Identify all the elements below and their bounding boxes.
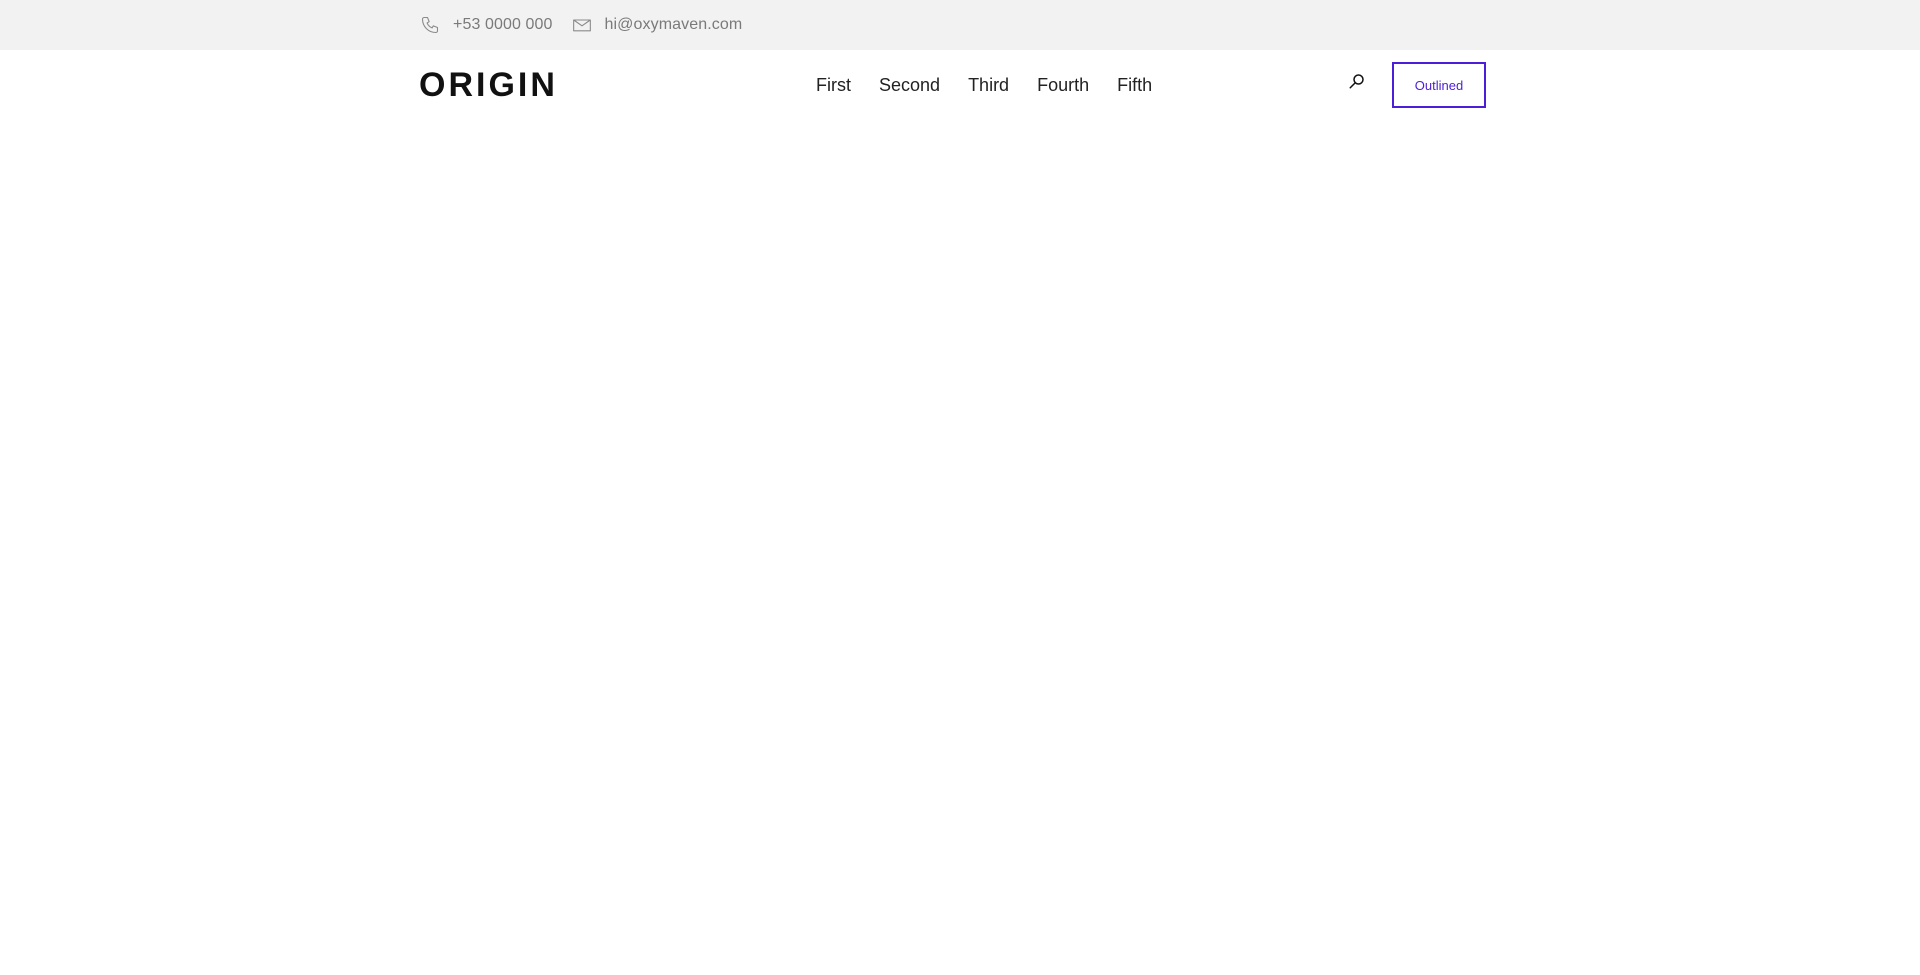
outlined-button[interactable]: Outlined: [1392, 62, 1486, 108]
nav-item-second[interactable]: Second: [879, 75, 940, 96]
phone-link[interactable]: +53 0000 000: [419, 14, 553, 36]
email-link[interactable]: hi@oxymaven.com: [571, 14, 743, 36]
nav-item-fourth[interactable]: Fourth: [1037, 75, 1089, 96]
email-address: hi@oxymaven.com: [604, 16, 743, 33]
search-button[interactable]: [1346, 72, 1368, 94]
nav-item-fifth[interactable]: Fifth: [1117, 75, 1152, 96]
nav-item-first[interactable]: First: [816, 75, 851, 96]
phone-icon: [419, 14, 441, 36]
site-header: ORIGIN First Second Third Fourth Fifth O…: [0, 50, 1920, 120]
top-bar: +53 0000 000 hi@oxymaven.com: [0, 0, 1920, 50]
mail-icon: [571, 14, 593, 36]
nav-item-third[interactable]: Third: [968, 75, 1009, 96]
phone-number: +53 0000 000: [453, 16, 553, 33]
contact-info: +53 0000 000 hi@oxymaven.com: [419, 0, 760, 50]
site-logo[interactable]: ORIGIN: [419, 66, 558, 104]
search-icon: [1348, 72, 1366, 95]
main-nav: First Second Third Fourth Fifth: [816, 50, 1180, 120]
